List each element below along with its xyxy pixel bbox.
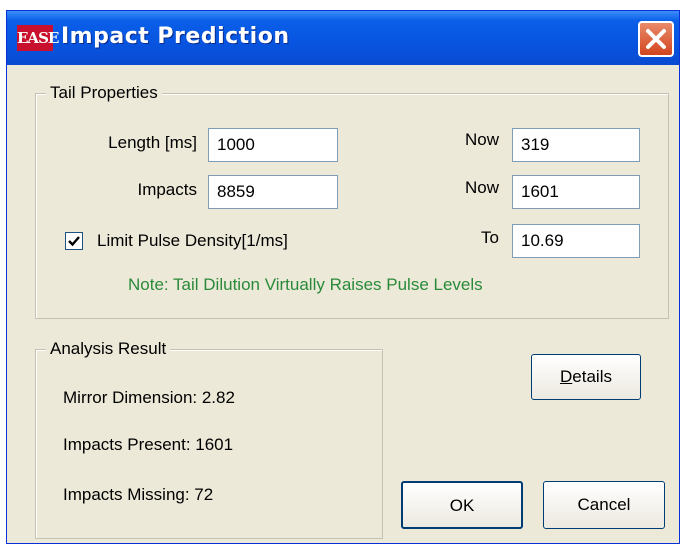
to-label: To [481,228,499,247]
length-label: Length [ms] [108,133,197,152]
now-input-2[interactable]: 1601 [512,175,640,209]
now-label-2: Now [464,178,499,197]
checkmark-icon [68,236,80,247]
details-label: etails [572,367,612,386]
close-button[interactable] [638,21,674,57]
ease-logo-icon: EASE [17,25,59,51]
impacts-missing-text: Impacts Missing: 72 [63,485,214,504]
to-input[interactable]: 10.69 [512,224,640,258]
details-mnemonic: D [560,367,573,386]
title-bar[interactable]: EASE Impact Prediction [7,11,679,65]
now-input-1[interactable]: 319 [512,128,640,162]
analysis-result-legend: Analysis Result [46,339,171,359]
details-button[interactable]: Details [531,354,641,400]
window-title: Impact Prediction [61,24,290,49]
length-input[interactable]: 1000 [208,128,338,162]
close-icon [646,29,666,49]
impacts-label: Impacts [137,180,197,199]
tail-dilution-note: Note: Tail Dilution Virtually Raises Pul… [128,275,483,294]
limit-pulse-density-label[interactable]: Limit Pulse Density[1/ms] [97,231,288,251]
tail-properties-legend: Tail Properties [46,83,162,103]
impacts-input[interactable]: 8859 [208,175,338,209]
cancel-button[interactable]: Cancel [543,481,665,529]
limit-pulse-density-checkbox[interactable] [65,232,83,250]
impacts-present-text: Impacts Present: 1601 [63,435,234,454]
now-label-1: Now [464,130,499,149]
impact-prediction-dialog: EASE Impact Prediction Tail Properties L… [6,10,680,544]
ok-button[interactable]: OK [401,481,523,529]
mirror-dimension-text: Mirror Dimension: 2.82 [63,388,235,407]
